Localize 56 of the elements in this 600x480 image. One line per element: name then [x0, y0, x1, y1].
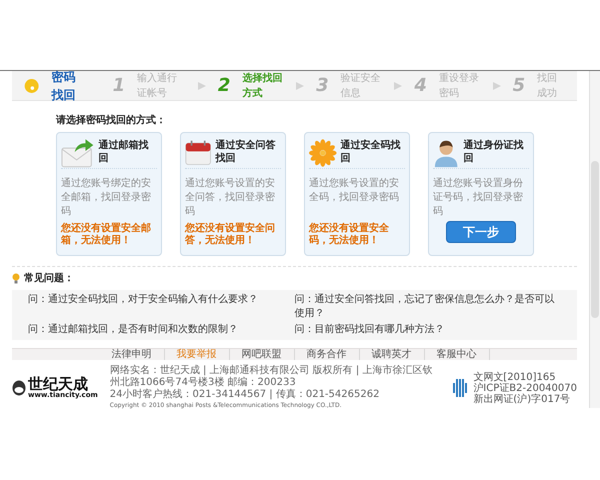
lightbulb-icon — [12, 273, 20, 284]
faq-link[interactable]: 问：通过安全问答找回，忘记了密保信息怎么办？是否可以使用？ — [294, 293, 561, 321]
step-number: 2 — [218, 74, 230, 98]
method-card[interactable]: 通过身份证找回 通过您账号设置身份证号码，找回登录密码 下一步 — [428, 132, 534, 256]
logo-emblem-icon — [12, 380, 26, 396]
arrow-icon — [492, 82, 501, 90]
license-number: 沪ICP证B2-20040070 — [473, 382, 577, 394]
step-number: 3 — [316, 74, 329, 98]
warning-text: 您还没有设置安全码，无法使用！ — [309, 223, 390, 247]
scrollbar[interactable] — [589, 71, 600, 408]
arrow-icon — [198, 82, 206, 90]
warning-text: 您还没有设置安全邮箱，无法使用！ — [61, 223, 152, 247]
step-label: 找回成功 — [537, 72, 558, 100]
method-card[interactable]: 通过安全码找回 通过您账号设置的安全码，找回登录密码 您还没有设置安全码，无法使用！ — [304, 132, 410, 256]
step-label: 输入通行证帐号 — [137, 72, 178, 100]
method-title: 通过邮箱找回 — [98, 140, 150, 165]
warning-text: 您还没有设置安全问答，无法使用！ — [185, 223, 276, 247]
flower-icon — [309, 138, 337, 168]
license-number: 文网文[2010]165 — [473, 372, 557, 382]
method-description: 通过您账号设置身份证号码，找回登录密码 — [433, 177, 524, 219]
logo-name: 世纪天成 — [28, 377, 88, 392]
step-number: 1 — [112, 74, 126, 98]
step-number: 4 — [414, 74, 427, 98]
footer-link[interactable]: 诚聘英才 — [360, 349, 424, 360]
method-title: 通过安全问答找回 — [215, 140, 276, 165]
next-step-button[interactable]: 下一步 — [446, 221, 516, 243]
scrollbar-thumb[interactable] — [591, 161, 599, 318]
company-info: 网络实名：世纪天成 | 上海邮通科技有限公司 版权所有 | 上海市徐汇区钦州北路1066号74号楼3楼 邮编：200233 — [110, 365, 434, 388]
method-description: 通过您账号设置的安全问答，找回登录密码 — [185, 177, 276, 219]
method-description: 通过您账号设置的安全码，找回登录密码 — [309, 177, 400, 205]
method-title: 通过身份证找回 — [463, 140, 524, 165]
license-emblem-icon — [453, 379, 470, 397]
footer-link[interactable]: 客服中心 — [424, 349, 490, 360]
method-card[interactable]: 通过邮箱找回 通过您账号绑定的安全邮箱，找回登录密码 您还没有设置安全邮箱，无法使用！ — [56, 132, 162, 256]
page-title: 密码找回 — [51, 68, 76, 104]
footer-link[interactable]: 商务合作 — [294, 349, 360, 360]
method-description: 通过您账号绑定的安全邮箱，找回登录密码 — [61, 177, 152, 219]
step-label: 重设登录密码 — [438, 72, 480, 100]
arrow-icon — [296, 82, 304, 90]
method-title: 通过安全码找回 — [340, 140, 402, 165]
contact-info: 24小时客户热线：021-34144567 | 传真：021-54265262 — [110, 389, 380, 401]
envelope-icon — [61, 138, 94, 168]
faq-link[interactable]: 问：目前密码找回有哪几种方法？ — [294, 323, 561, 337]
faq-link[interactable]: 问：通过邮箱找回，是否有时间和次数的限制？ — [28, 323, 294, 337]
faq-title: 常见问题： — [24, 272, 74, 286]
step-number: 5 — [512, 74, 526, 98]
faq-link[interactable]: 问：通过安全码找回，对于安全码输入有什么要求？ — [28, 293, 294, 321]
footer-link[interactable]: 法律申明 — [100, 349, 164, 360]
footer-link[interactable]: 网吧联盟 — [230, 349, 294, 360]
license-number: 新出网证(沪)字017号 — [473, 394, 572, 404]
method-card[interactable]: 通过安全问答找回 通过您账号设置的安全问答，找回登录密码 您还没有设置安全问答，无法使用！ — [180, 132, 286, 256]
prompt-text: 请选择密码找回的方式： — [56, 113, 167, 128]
calendar-icon — [185, 138, 212, 168]
step-label: 验证安全信息 — [340, 72, 382, 100]
step-label: 选择找回方式 — [242, 72, 284, 100]
arrow-icon — [394, 82, 402, 90]
